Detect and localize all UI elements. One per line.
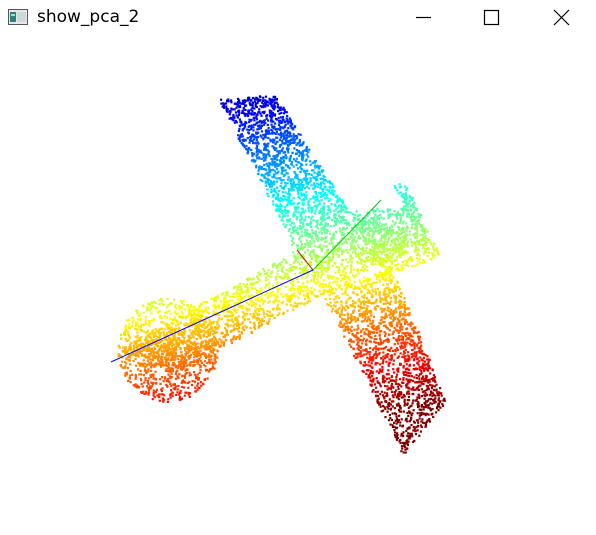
render-viewport[interactable]	[0, 34, 596, 535]
app-window: show_pca_2	[0, 0, 596, 535]
point-cloud-plot	[110, 95, 446, 454]
airplane-point-cloud	[117, 95, 446, 454]
pca-axis-first	[110, 269, 314, 363]
